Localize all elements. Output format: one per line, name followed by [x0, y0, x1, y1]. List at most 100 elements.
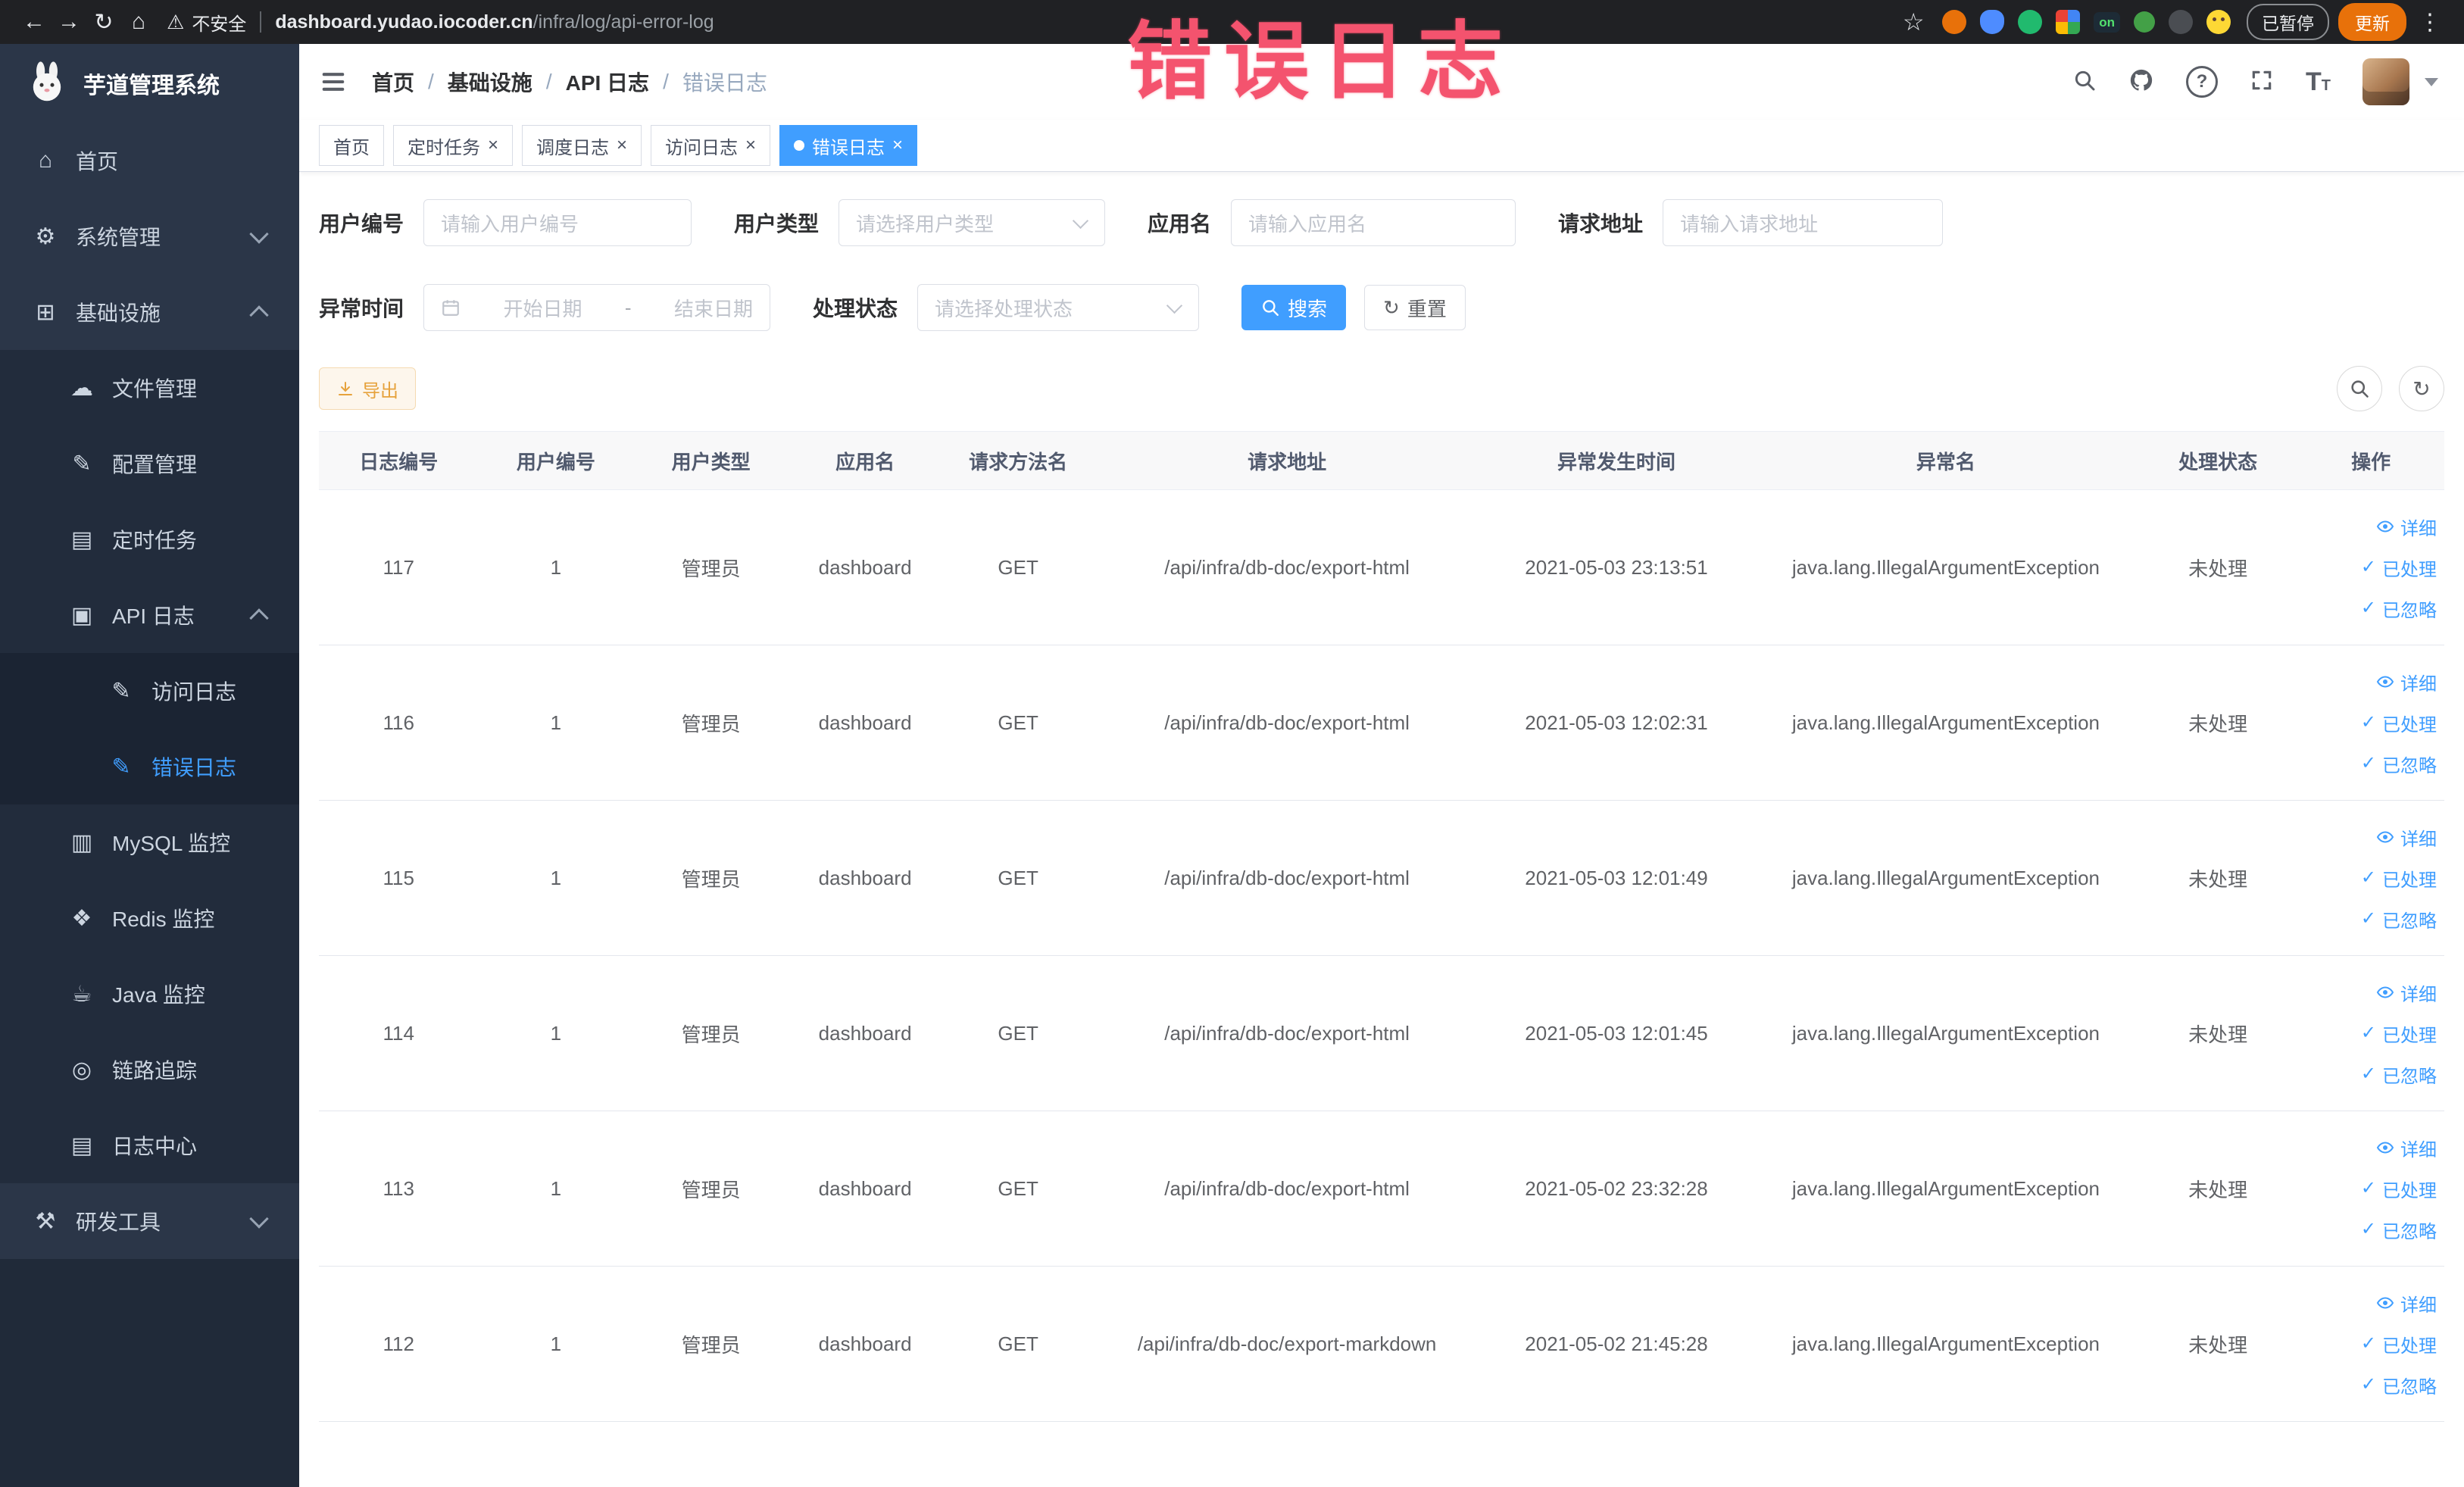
sidebar-item-dev-tools[interactable]: ⚒ 研发工具	[0, 1183, 299, 1259]
process-status-select[interactable]: 请选择处理状态	[917, 284, 1200, 331]
sidebar: 芋道管理系统 ⌂ 首页 ⚙ 系统管理 ⊞ 基础设施 ☁ 文件管理 ✎ 配置管理 …	[0, 44, 299, 1487]
breadcrumb-item-home[interactable]: 首页	[372, 67, 414, 97]
sidebar-item-config-management[interactable]: ✎ 配置管理	[0, 426, 299, 501]
user-type-select[interactable]: 请选择用户类型	[839, 199, 1106, 246]
sidebar-item-home[interactable]: ⌂ 首页	[0, 123, 299, 198]
extension-green-icon[interactable]	[2018, 10, 2043, 34]
app-logo[interactable]: 芋道管理系统	[0, 44, 299, 123]
tab-access-log[interactable]: 访问日志 ×	[651, 125, 771, 166]
bookmark-star-icon[interactable]: ☆	[1896, 5, 1931, 39]
chevron-up-icon	[249, 608, 269, 628]
sidebar-item-java-monitor[interactable]: ☕ Java 监控	[0, 956, 299, 1032]
user-id-input[interactable]: 请输入用户编号	[423, 199, 692, 246]
fullscreen-icon[interactable]	[2250, 68, 2274, 96]
browser-update-button[interactable]: 更新	[2338, 3, 2406, 41]
mark-ignored-link[interactable]: ✓ 已忽略	[2361, 744, 2437, 783]
sidebar-item-access-log[interactable]: ✎ 访问日志	[0, 653, 299, 729]
address-bar[interactable]: dashboard.yudao.iocoder.cn/infra/log/api…	[275, 11, 714, 33]
tab-schedule-log[interactable]: 调度日志 ×	[522, 125, 642, 166]
refresh-table-button[interactable]: ↻	[2399, 366, 2444, 411]
close-icon[interactable]: ×	[617, 136, 627, 155]
export-button[interactable]: 导出	[319, 367, 416, 410]
column-exception-name: 异常名	[1754, 431, 2138, 490]
extension-leaf-icon[interactable]	[2134, 11, 2155, 33]
help-icon[interactable]: ?	[2186, 66, 2218, 98]
detail-link[interactable]: 详细	[2376, 1283, 2437, 1323]
mark-processed-link[interactable]: ✓ 已处理	[2361, 548, 2437, 587]
mark-ignored-link[interactable]: ✓ 已忽略	[2361, 1054, 2437, 1094]
site-security-chip[interactable]: ⚠ 不安全	[167, 9, 246, 36]
sidebar-item-file-management[interactable]: ☁ 文件管理	[0, 350, 299, 426]
detail-link[interactable]: 详细	[2376, 817, 2437, 857]
mark-ignored-link[interactable]: ✓ 已忽略	[2361, 589, 2437, 628]
mark-processed-link[interactable]: ✓ 已处理	[2361, 1324, 2437, 1364]
user-avatar[interactable]	[2363, 58, 2409, 105]
sidebar-item-log-center[interactable]: ▤ 日志中心	[0, 1107, 299, 1183]
search-icon[interactable]	[2072, 68, 2097, 96]
exception-time-range-picker[interactable]: 开始日期 - 结束日期	[423, 284, 771, 331]
filter-user-id: 用户编号 请输入用户编号	[319, 199, 692, 246]
mark-processed-link[interactable]: ✓ 已处理	[2361, 1169, 2437, 1208]
cell-request-url: /api/infra/db-doc/export-html	[1095, 800, 1480, 956]
eye-icon	[2376, 520, 2394, 533]
app-name-input[interactable]: 请输入应用名	[1231, 199, 1516, 246]
tab-home[interactable]: 首页	[319, 125, 384, 166]
cell-user-id: 1	[478, 489, 634, 645]
toggle-search-button[interactable]	[2337, 366, 2382, 411]
extension-grid-icon[interactable]	[2056, 10, 2081, 34]
browser-menu-dots-icon[interactable]: ⋮	[2412, 5, 2447, 39]
font-size-icon[interactable]: TT	[2306, 67, 2331, 97]
caret-down-icon[interactable]	[2425, 77, 2438, 86]
check-icon: ✓	[2360, 1219, 2376, 1239]
detail-link[interactable]: 详细	[2376, 662, 2437, 701]
request-url-input[interactable]: 请输入请求地址	[1663, 199, 1944, 246]
extension-orange-icon[interactable]	[1942, 10, 1967, 34]
smiley-extension-icon[interactable]	[2206, 10, 2231, 34]
breadcrumb-item-api-log[interactable]: API 日志	[566, 67, 649, 97]
sidebar-item-redis-monitor[interactable]: ❖ Redis 监控	[0, 880, 299, 956]
sidebar-item-label: 配置管理	[112, 453, 198, 476]
github-icon[interactable]	[2128, 67, 2154, 97]
browser-forward-icon[interactable]: →	[52, 5, 86, 39]
browser-home-icon[interactable]: ⌂	[121, 5, 156, 39]
eye-icon	[2376, 676, 2394, 688]
close-icon[interactable]: ×	[745, 136, 756, 155]
sidebar-item-system-management[interactable]: ⚙ 系统管理	[0, 198, 299, 274]
mark-ignored-link[interactable]: ✓ 已忽略	[2361, 1210, 2437, 1249]
hamburger-icon[interactable]	[319, 67, 348, 96]
extension-paw-icon[interactable]	[2169, 10, 2193, 34]
sidebar-item-trace[interactable]: ◎ 链路追踪	[0, 1032, 299, 1107]
reset-button[interactable]: ↻ 重置	[1364, 285, 1466, 330]
paused-badge[interactable]: 已暂停	[2247, 4, 2329, 40]
search-button[interactable]: 搜索	[1241, 285, 1347, 330]
sidebar-item-error-log[interactable]: ✎ 错误日志	[0, 729, 299, 804]
detail-link[interactable]: 详细	[2376, 507, 2437, 546]
mark-processed-link[interactable]: ✓ 已处理	[2361, 858, 2437, 898]
user-type-label: 用户类型	[734, 212, 820, 236]
detail-link[interactable]: 详细	[2376, 1128, 2437, 1167]
column-actions: 操作	[2297, 431, 2444, 490]
cell-status: 未处理	[2138, 489, 2298, 645]
table-row: 117 1 管理员 dashboard GET /api/infra/db-do…	[319, 489, 2444, 645]
sidebar-item-infrastructure[interactable]: ⊞ 基础设施	[0, 274, 299, 350]
browser-reload-icon[interactable]: ↻	[86, 5, 121, 39]
mark-ignored-link[interactable]: ✓ 已忽略	[2361, 1365, 2437, 1404]
tab-error-log[interactable]: 错误日志 ×	[779, 125, 918, 166]
cell-actions: 详细 ✓ 已处理 ✓ 已忽略	[2297, 489, 2444, 645]
mark-processed-link[interactable]: ✓ 已处理	[2361, 703, 2437, 742]
extension-blue-drop-icon[interactable]	[1980, 10, 2005, 34]
breadcrumb-item-infrastructure[interactable]: 基础设施	[448, 67, 532, 97]
detail-link[interactable]: 详细	[2376, 973, 2437, 1012]
close-icon[interactable]: ×	[488, 136, 498, 155]
cell-exception-time: 2021-05-03 12:01:49	[1479, 800, 1754, 956]
sidebar-item-api-log[interactable]: ▣ API 日志	[0, 577, 299, 653]
close-icon[interactable]: ×	[892, 136, 903, 155]
extension-on-badge[interactable]: on	[2094, 11, 2120, 33]
browser-back-icon[interactable]: ←	[17, 5, 52, 39]
mark-ignored-link[interactable]: ✓ 已忽略	[2361, 899, 2437, 939]
sidebar-item-scheduled-jobs[interactable]: ▤ 定时任务	[0, 501, 299, 577]
mark-processed-link[interactable]: ✓ 已处理	[2361, 1014, 2437, 1053]
filter-row-1: 用户编号 请输入用户编号 用户类型 请选择用户类型 应用名 请输入应用名 请求地…	[319, 199, 2444, 246]
sidebar-item-mysql-monitor[interactable]: ▥ MySQL 监控	[0, 804, 299, 880]
tab-scheduled-jobs[interactable]: 定时任务 ×	[393, 125, 514, 166]
